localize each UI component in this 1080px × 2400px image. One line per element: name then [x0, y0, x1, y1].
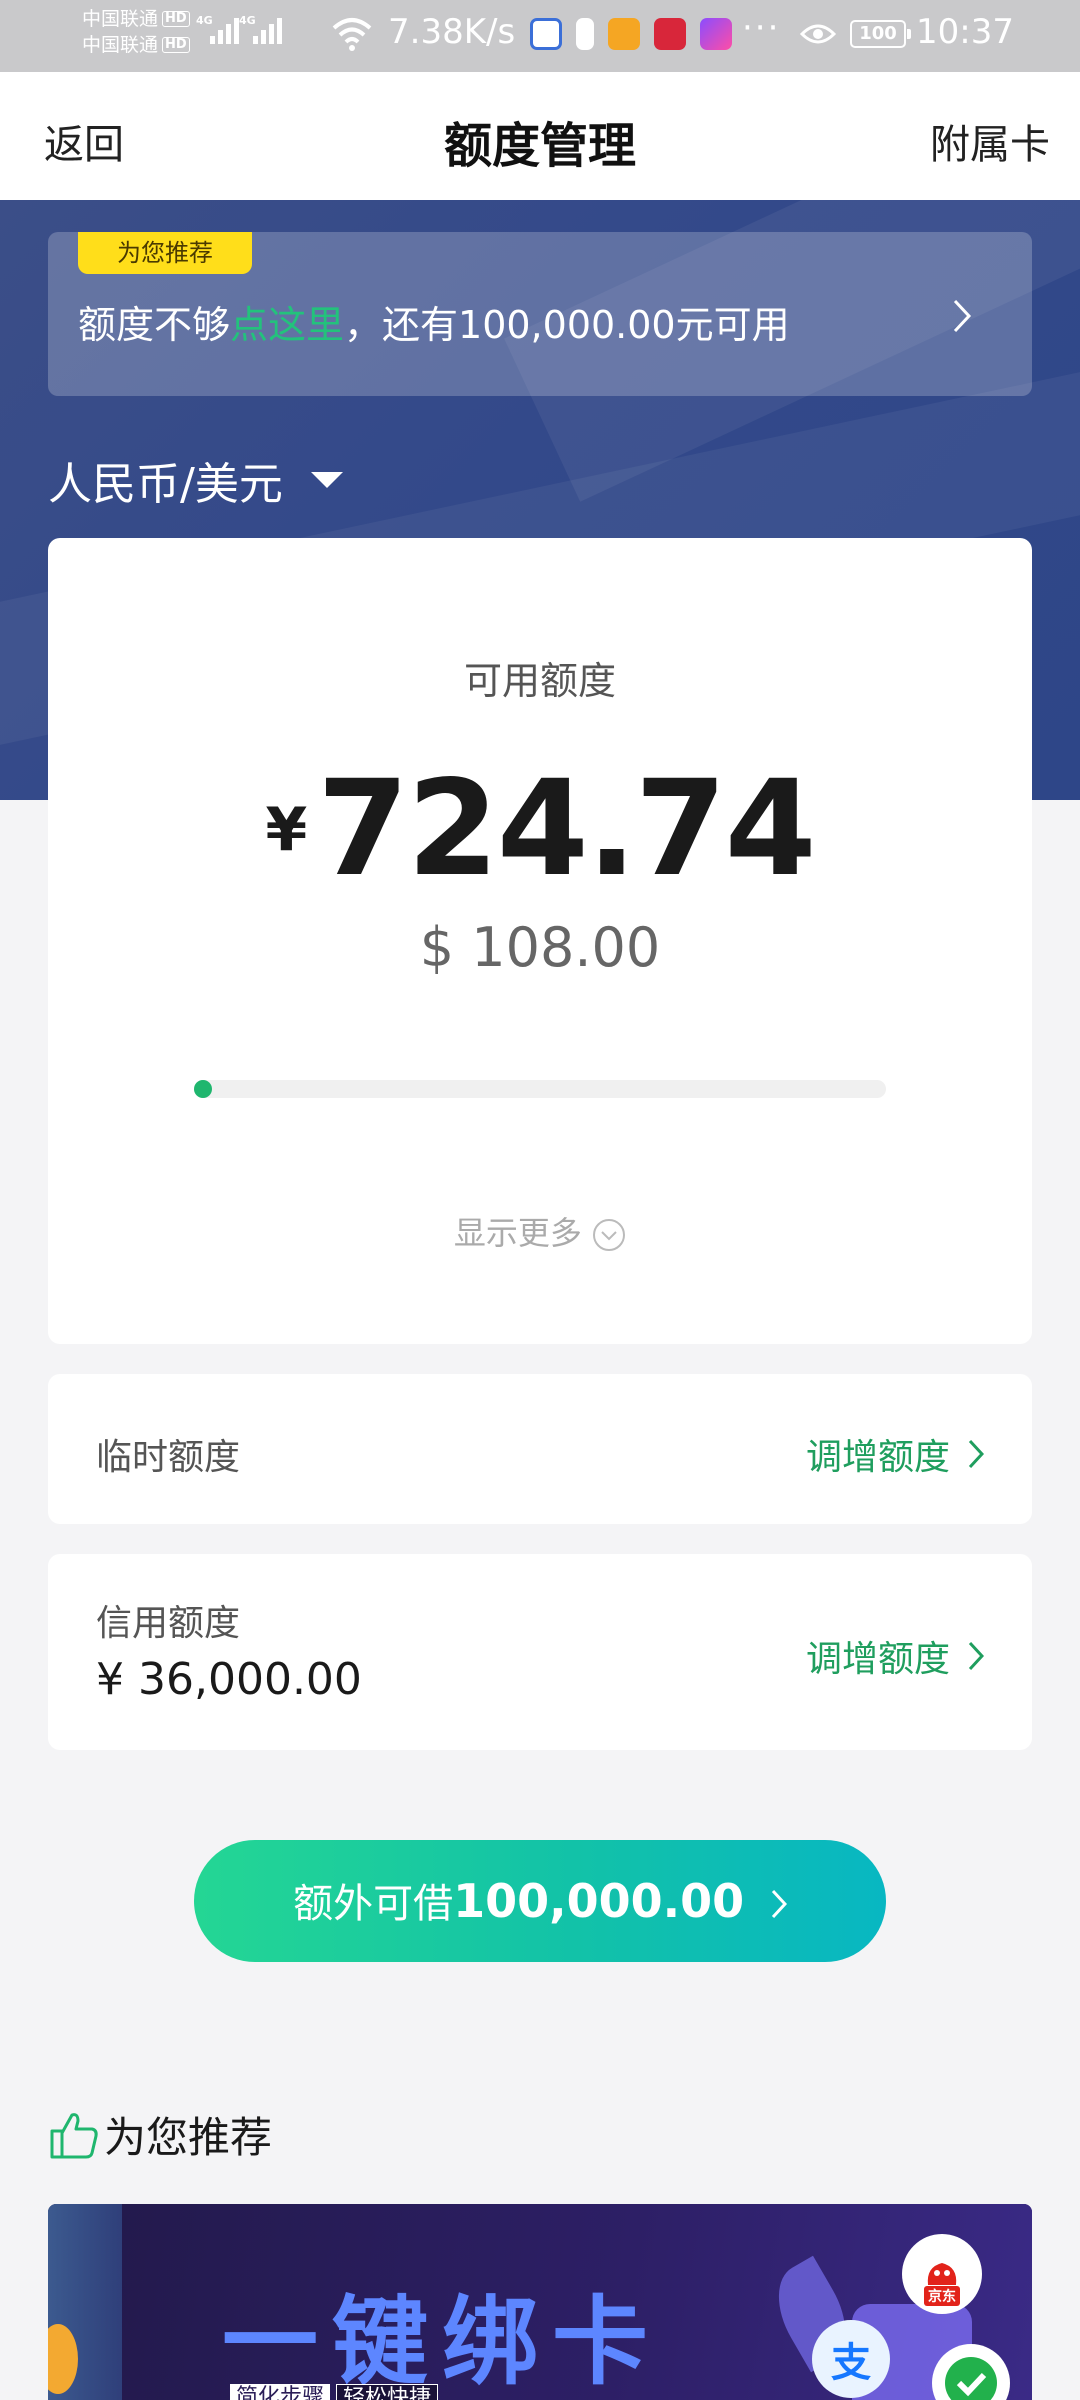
chevron-down-circle-icon: [593, 1219, 626, 1251]
network-speed: 7.38K/s: [388, 12, 516, 52]
yuan-symbol: ¥: [265, 795, 308, 865]
clock: 10:37: [916, 12, 1014, 52]
wechat-pay-icon: [932, 2344, 1010, 2400]
baidu-icon: [530, 18, 562, 50]
thumbs-up-icon: [50, 2112, 98, 2158]
usage-progress-bar: [194, 1080, 886, 1098]
credit-limit-label: 信用额度: [96, 1603, 241, 1644]
increase-credit-limit-button[interactable]: 调增额度: [806, 1630, 984, 1682]
increase-limit-label: 调增额度: [805, 1639, 950, 1680]
signal-icons: 4G 4G: [196, 14, 282, 44]
notification-icons: [530, 18, 732, 50]
available-limit-card: 可用额度 ¥724.74 $ 108.00 显示更多: [48, 538, 1032, 1344]
battery-icon: 100: [850, 20, 911, 48]
chevron-right-icon: [968, 1641, 984, 1671]
carrier-1: 中国联通: [82, 8, 159, 30]
honor-icon: [700, 18, 732, 50]
banner-tags: 简化步骤 轻松快捷: [230, 2384, 439, 2400]
banner-edge: [48, 2204, 122, 2400]
signal-icon: 4G: [196, 14, 239, 44]
available-limit-label: 可用额度: [463, 659, 616, 703]
show-more-button[interactable]: 显示更多: [48, 1208, 1032, 1254]
extra-borrow-prefix: 额外可借: [293, 1881, 454, 1927]
promo-banner[interactable]: 为您推荐 额度不够点这里，还有100,000.00元可用: [48, 232, 1032, 396]
usage-progress-fill: [194, 1080, 212, 1098]
alert-icon: [576, 18, 594, 50]
temporary-limit-label: 临时额度: [96, 1437, 241, 1478]
signal-icon: 4G: [239, 14, 282, 44]
jd-label: 京东: [924, 2286, 960, 2306]
hd-badge: HD: [162, 11, 190, 27]
credit-limit-row: 信用额度 ¥ 36,000.00 调增额度: [48, 1554, 1032, 1750]
recommend-section-title: 为您推荐: [48, 2104, 272, 2165]
show-more-label: 显示更多: [453, 1214, 582, 1252]
banner-title: 一键绑卡: [222, 2286, 662, 2398]
increase-limit-label: 调增额度: [805, 1437, 950, 1478]
more-notifications-icon: ···: [742, 8, 781, 48]
promo-text-suffix: ，还有100,000.00元可用: [344, 303, 790, 347]
status-bar: 中国联通 HD 中国联通 HD 4G 4G 7.38K/s ··· 100 10:3…: [0, 0, 1080, 72]
banner-tag: 轻松快捷: [336, 2384, 439, 2400]
extra-borrow-amount: 100,000.00: [453, 1874, 745, 1928]
credit-limit-value: ¥ 36,000.00: [96, 1654, 362, 1705]
recommend-title-text: 为您推荐: [104, 2113, 273, 2162]
hd-badge: HD: [162, 37, 190, 53]
jd-icon: 京东: [902, 2234, 982, 2314]
page-title: 额度管理: [443, 118, 636, 174]
carrier-info: 中国联通 HD 中国联通 HD: [82, 6, 190, 58]
currency-selector[interactable]: 人民币/美元: [48, 448, 343, 512]
available-limit-cny: ¥724.74: [48, 752, 1032, 906]
caret-down-icon: [310, 472, 343, 488]
nav-bar: 返回 额度管理 附属卡: [0, 72, 1080, 200]
chevron-right-icon: [968, 1439, 984, 1469]
bind-card-banner[interactable]: 一键绑卡 简化步骤 轻松快捷 京东 支: [48, 2204, 1032, 2400]
promo-link[interactable]: 点这里: [230, 303, 344, 347]
supplementary-card-button[interactable]: 附属卡: [930, 112, 1050, 170]
chevron-right-icon: [771, 1889, 787, 1919]
currency-label: 人民币/美元: [48, 459, 283, 510]
banner-tag: 简化步骤: [230, 2384, 331, 2400]
banner-main: 一键绑卡 简化步骤 轻松快捷 京东 支: [122, 2204, 1032, 2400]
promo-badge: 为您推荐: [78, 232, 252, 274]
increase-temp-limit-button[interactable]: 调增额度: [806, 1428, 984, 1480]
available-limit-usd: $ 108.00: [419, 916, 661, 979]
chevron-right-icon: [953, 299, 972, 333]
temporary-limit-row: 临时额度 调增额度: [48, 1374, 1032, 1524]
cny-amount: 724.74: [317, 752, 816, 906]
book-icon: [654, 18, 686, 50]
promo-text-prefix: 额度不够: [78, 303, 231, 347]
wifi-icon: [332, 18, 372, 51]
extra-borrow-button[interactable]: 额外可借100,000.00: [194, 1840, 886, 1962]
promo-text: 额度不够点这里，还有100,000.00元可用: [78, 294, 790, 349]
coffee-icon: [608, 18, 640, 50]
carrier-2: 中国联通: [82, 34, 159, 56]
alipay-icon: 支: [812, 2320, 890, 2398]
eye-icon: [800, 24, 836, 44]
